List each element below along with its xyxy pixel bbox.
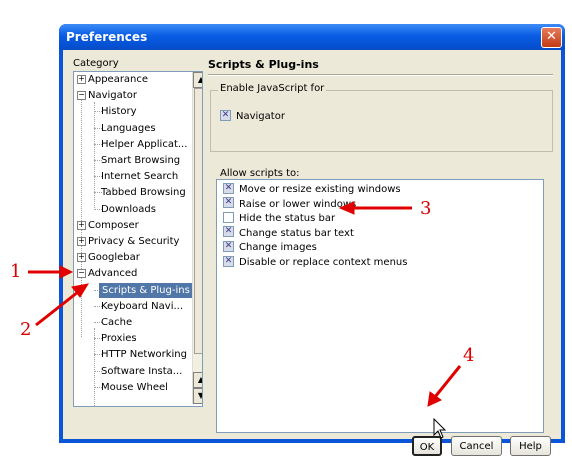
annotation-number-3: 3 (420, 198, 432, 219)
annotation-number-2: 2 (20, 319, 32, 340)
annotation-arrow-3 (338, 201, 412, 215)
annotation-arrow-2 (35, 283, 90, 327)
annotation-number-1: 1 (10, 261, 22, 282)
annotation-layer (28, 201, 462, 407)
annotation-arrow-4 (427, 365, 462, 407)
annotation-number-4: 4 (463, 345, 475, 366)
annotation-arrow-1 (28, 265, 74, 279)
